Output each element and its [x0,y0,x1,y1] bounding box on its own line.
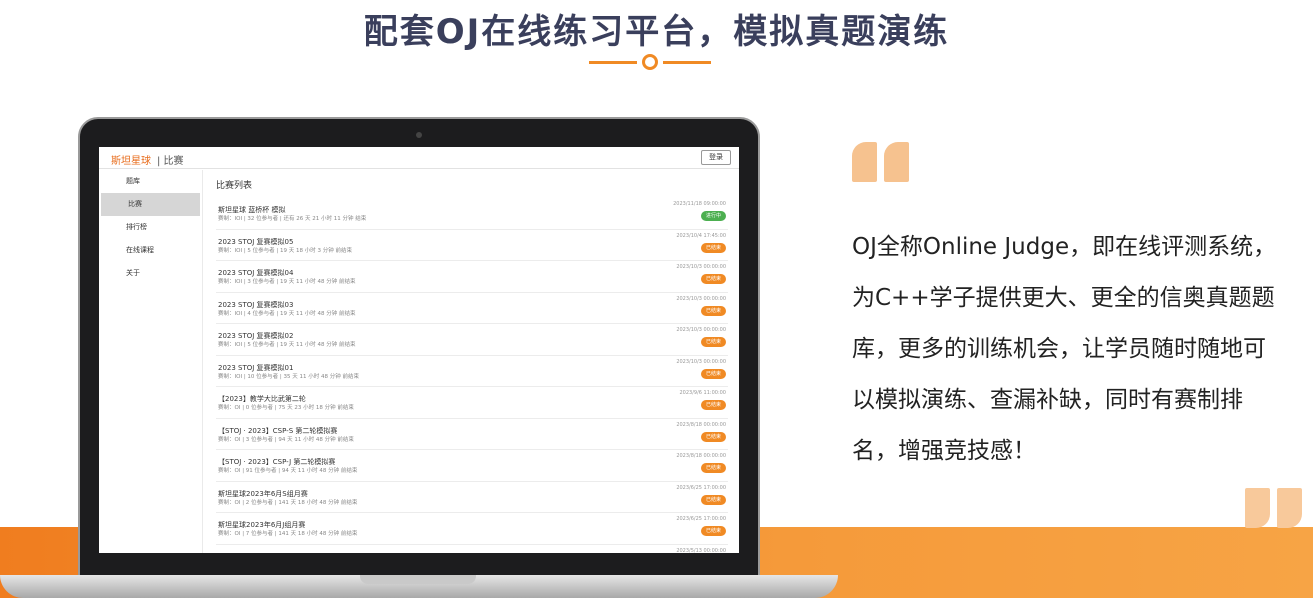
login-button[interactable]: 登录 [701,150,731,165]
contest-row[interactable]: 【STOJ · 2023】CSP-S 第二轮模拟赛 赛制：OI | 3 位参与者 … [216,419,728,450]
contest-start-time: 2023/8/18 00:00:00 [676,453,726,459]
contest-row[interactable]: 2023 STOJ 复赛模拟05 赛制：IOI | 5 位参与者 | 19 天 1… [216,230,728,261]
contest-meta: 赛制：IOI | 5 位参与者 | 19 天 18 小时 3 分钟 前结束 [218,247,353,254]
contest-start-time: 2023/11/18 09:00:00 [673,201,726,207]
status-badge: 已结束 [700,242,726,253]
description-line: 为C++学子提供更大、更全的信奥真题题 [852,285,1275,311]
contest-row[interactable]: 斯坦星球2023年5月S组月赛 2023/5/13 00:00:00 [216,545,728,554]
laptop: 斯坦星球 | 比赛 登录 题库 比赛 排行榜 在线课程 关于 比赛列表 斯坦星球 蓝桥杯… [78,117,760,579]
contest-row[interactable]: 【2023】教学大比武第二轮 赛制：OI | 0 位参与者 | 75 天 23 小… [216,387,728,419]
status-badge: 已结束 [700,431,726,442]
contest-meta: 赛制：OI | 91 位参与者 | 94 天 11 小时 48 分钟 前结束 [218,468,358,474]
description-line: 库，更多的训练机会，让学员随时随地可 [852,336,1266,362]
contest-start-time: 2023/10/4 17:45:00 [676,232,726,239]
contest-row[interactable]: 2023 STOJ 复赛模拟01 赛制：IOI | 10 位参与者 | 35 天 … [216,356,728,387]
contest-start-time: 2023/6/25 17:00:00 [676,516,726,522]
contest-row[interactable]: 2023 STOJ 复赛模拟03 赛制：IOI | 4 位参与者 | 19 天 1… [216,293,728,324]
section-label: | 比赛 [157,156,184,167]
contest-start-time: 2023/6/25 17:00:00 [676,484,726,491]
description-line: 名，增强竞技感！ [852,438,1036,464]
sidebar-item[interactable]: 排行榜 [99,216,202,239]
contest-row[interactable]: 斯坦星球 蓝桥杯 模拟 赛制：IOI | 32 位参与者 | 还有 26 天 21… [216,198,728,230]
brand-logo[interactable]: 斯坦星球 [111,152,151,167]
main-content: 比赛列表 斯坦星球 蓝桥杯 模拟 赛制：IOI | 32 位参与者 | 还有 26… [203,170,739,553]
status-badge: 已结束 [700,400,726,410]
contest-meta: 赛制：IOI | 4 位参与者 | 19 天 11 小时 48 分钟 前结束 [218,310,356,317]
sidebar-item[interactable]: 比赛 [101,193,200,216]
contest-start-time: 2023/10/3 00:00:00 [676,295,726,302]
contest-start-time: 2023/10/3 00:00:00 [676,327,726,333]
contest-row[interactable]: 2023 STOJ 复赛模拟02 赛制：IOI | 5 位参与者 | 19 天 1… [216,324,728,356]
laptop-base [0,575,838,598]
contest-meta: 赛制：OI | 2 位参与者 | 141 天 18 小时 48 分钟 前结束 [218,499,358,506]
contest-row[interactable]: 斯坦星球2023年6月J组月赛 赛制：OI | 7 位参与者 | 141 天 18… [216,513,728,545]
sidebar-item[interactable]: 题库 [99,170,202,193]
contest-row[interactable]: 斯坦星球2023年6月S组月赛 赛制：OI | 2 位参与者 | 141 天 18… [216,482,728,513]
contest-list-title: 比赛列表 [216,181,253,191]
camera-icon [416,132,422,138]
description-line: 以模拟演练、查漏补缺，同时有赛制排 [852,387,1243,413]
contest-meta: 赛制：IOI | 5 位参与者 | 19 天 11 小时 48 分钟 前结束 [218,342,356,348]
contest-meta: 赛制：IOI | 3 位参与者 | 19 天 11 小时 48 分钟 前结束 [218,279,356,285]
contest-name[interactable]: 斯坦星球2023年5月S组月赛 [218,552,308,554]
sidebar-item[interactable]: 在线课程 [99,239,202,262]
status-badge: 已结束 [700,526,726,536]
contest-list: 斯坦星球 蓝桥杯 模拟 赛制：IOI | 32 位参与者 | 还有 26 天 21… [216,198,728,553]
contest-start-time: 2023/9/6 11:00:00 [679,390,726,396]
sidebar: 题库 比赛 排行榜 在线课程 关于 [99,170,203,553]
title-divider [589,54,711,70]
app-header: 斯坦星球 | 比赛 登录 [99,147,739,169]
contest-meta: 赛制：OI | 0 位参与者 | 75 天 23 小时 18 分钟 前结束 [218,405,354,411]
status-badge: 已结束 [700,337,726,347]
status-badge: 已结束 [700,463,726,473]
status-badge: 已结束 [700,368,726,379]
status-badge: 已结束 [700,305,726,316]
laptop-notch [360,575,476,584]
contest-start-time: 2023/10/3 00:00:00 [676,264,726,270]
contest-row[interactable]: 2023 STOJ 复赛模拟04 赛制：IOI | 3 位参与者 | 19 天 1… [216,261,728,293]
contest-meta: 赛制：IOI | 10 位参与者 | 35 天 11 小时 48 分钟 前结束 [218,373,360,380]
status-badge: 进行中 [700,211,726,221]
description-line: OJ全称Online Judge，即在线评测系统， [852,234,1277,260]
laptop-screen: 斯坦星球 | 比赛 登录 题库 比赛 排行榜 在线课程 关于 比赛列表 斯坦星球 蓝桥杯… [99,147,739,553]
sidebar-item[interactable]: 关于 [99,262,202,285]
contest-start-time: 2023/8/18 00:00:00 [676,421,726,428]
contest-start-time: 2023/10/3 00:00:00 [676,358,726,365]
open-quote-icon [852,142,912,184]
page-title: 配套OJ在线练习平台，模拟真题演练 [363,12,950,52]
contest-meta: 赛制：IOI | 32 位参与者 | 还有 26 天 21 小时 11 分钟 结… [218,216,367,222]
status-badge: 已结束 [700,274,726,284]
contest-row[interactable]: 【STOJ · 2023】CSP-J 第二轮模拟赛 赛制：OI | 91 位参与者… [216,450,728,482]
close-quote-icon [1245,488,1305,528]
contest-meta: 赛制：OI | 7 位参与者 | 141 天 18 小时 48 分钟 前结束 [218,531,358,537]
status-badge: 已结束 [700,494,726,505]
description-text: OJ全称Online Judge，即在线评测系统， 为C++学子提供更大、更全的信… [852,222,1304,477]
contest-start-time: 2023/5/13 00:00:00 [676,547,726,554]
contest-meta: 赛制：OI | 3 位参与者 | 94 天 11 小时 48 分钟 前结束 [218,436,354,443]
